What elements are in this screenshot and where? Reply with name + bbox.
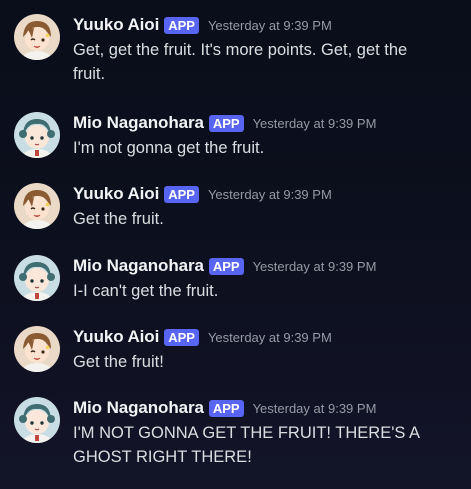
message-timestamp[interactable]: Yesterday at 9:39 PM xyxy=(208,330,332,345)
app-badge: APP xyxy=(164,16,199,34)
message-timestamp[interactable]: Yesterday at 9:39 PM xyxy=(253,259,377,274)
app-badge: APP xyxy=(164,185,199,203)
mio-avatar[interactable] xyxy=(14,397,60,443)
author-name[interactable]: Mio Naganohara xyxy=(73,398,204,418)
message-timestamp[interactable]: Yesterday at 9:39 PM xyxy=(253,116,377,131)
message-text: I-I can't get the fruit. xyxy=(73,282,219,300)
mio-avatar[interactable] xyxy=(14,255,60,301)
author-name[interactable]: Mio Naganohara xyxy=(73,113,204,133)
yuuko-avatar[interactable] xyxy=(14,14,60,60)
message-timestamp[interactable]: Yesterday at 9:39 PM xyxy=(208,187,332,202)
author-name[interactable]: Yuuko Aioi xyxy=(73,327,159,347)
app-badge: APP xyxy=(164,328,199,346)
message-text: Get the fruit. xyxy=(73,210,164,228)
mio-avatar[interactable] xyxy=(14,112,60,158)
message-text: Get, get the fruit. It's more points. Ge… xyxy=(73,41,408,83)
app-badge: APP xyxy=(208,114,244,132)
author-name[interactable]: Yuuko Aioi xyxy=(73,15,159,35)
message-text: Get the fruit! xyxy=(73,353,164,371)
author-name[interactable]: Yuuko Aioi xyxy=(73,184,159,204)
author-name[interactable]: Mio Naganohara xyxy=(73,256,204,276)
app-badge: APP xyxy=(208,257,244,275)
yuuko-avatar[interactable] xyxy=(14,326,60,372)
message-timestamp[interactable]: Yesterday at 9:39 PM xyxy=(208,18,332,33)
yuuko-avatar[interactable] xyxy=(14,183,60,229)
app-badge: APP xyxy=(208,399,244,417)
message-text: I'M NOT GONNA GET THE FRUIT! THERE'S A G… xyxy=(73,424,420,466)
message-timestamp[interactable]: Yesterday at 9:39 PM xyxy=(253,401,377,416)
message-text: I'm not gonna get the fruit. xyxy=(73,139,265,157)
message-list: Yuuko Aioi APP Yesterday at 9:39 PM Get,… xyxy=(0,0,471,489)
